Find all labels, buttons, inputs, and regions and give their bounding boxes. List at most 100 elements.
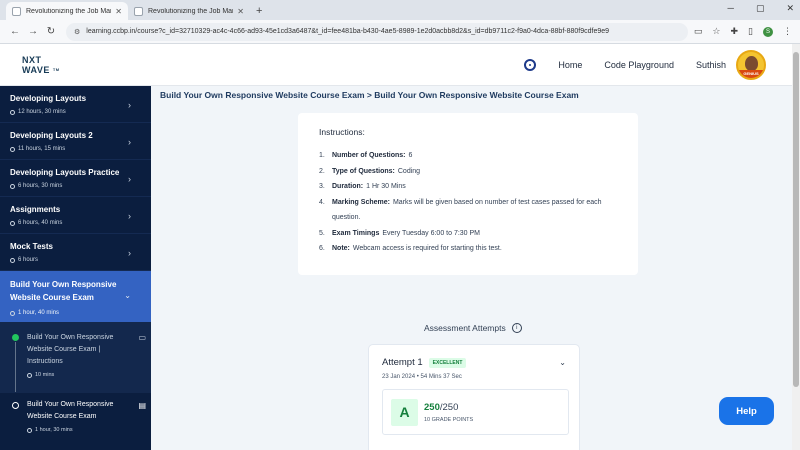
maximize-icon[interactable]: ▢ xyxy=(756,3,765,14)
item-value: Every Tuesday 6:00 to 7:30 PM xyxy=(382,229,481,237)
item-label: Note: xyxy=(332,245,350,252)
tab-title: Revolutionizing the Job Market xyxy=(26,7,112,15)
browser-tab-1[interactable]: Revolutionizing the Job Market ✕ xyxy=(6,2,128,20)
sidebar-item-developing-layouts-2[interactable]: Developing Layouts 2 11 hours, 15 mins › xyxy=(0,123,151,160)
current-step-icon xyxy=(12,402,19,409)
sidepanel-icon[interactable]: ▯ xyxy=(748,26,753,37)
score-obtained: 250 xyxy=(424,401,440,413)
nav-home[interactable]: Home xyxy=(558,60,582,70)
clock-icon xyxy=(10,220,15,226)
subitem-duration: 1 hour, 30 mins xyxy=(35,427,73,433)
item-number: 6. xyxy=(319,245,325,252)
completed-check-icon xyxy=(12,334,19,341)
info-icon[interactable]: i xyxy=(511,323,522,333)
sidebar-item-developing-layouts-practice[interactable]: Developing Layouts Practice 6 hours, 30 … xyxy=(0,160,151,197)
sidebar-item-title: Assignments xyxy=(10,205,61,214)
close-tab-icon[interactable]: ✕ xyxy=(237,7,244,16)
sidebar-item-developing-layouts[interactable]: Developing Layouts 12 hours, 30 mins › xyxy=(0,86,151,123)
sidebar-item-duration: 6 hours, 40 mins xyxy=(18,220,63,226)
sidebar-item-course-exam[interactable]: Build Your Own Responsive Website Course… xyxy=(0,271,151,322)
chevron-right-icon: › xyxy=(128,137,131,147)
sidebar-item-title: Developing Layouts xyxy=(10,94,87,103)
new-tab-button[interactable]: + xyxy=(250,2,268,20)
exam-clipboard-icon: ▤ xyxy=(138,401,146,410)
status-badge: EXCELLENT xyxy=(428,357,467,368)
instruction-item: 1. Number of Questions: 6 xyxy=(319,148,617,164)
url-text: learning.ccbp.in/course?c_id=32710329-ac… xyxy=(86,28,610,35)
app-header: NXT WAVE TM Home Code Playground Suthish… xyxy=(0,44,800,86)
browser-tab-bar: Revolutionizing the Job Market ✕ Revolut… xyxy=(0,0,800,20)
score-total: /250 xyxy=(439,401,459,413)
nxtwave-logo[interactable]: NXT WAVE TM xyxy=(22,55,60,75)
avatar[interactable]: GENIUS xyxy=(736,50,766,80)
toolbar-icons: ▭ ☆ ✚ ▯ S ⋮ xyxy=(694,26,794,37)
subitem-exam[interactable]: Build Your Own Responsive Website Course… xyxy=(0,393,151,443)
book-icon: ▭ xyxy=(138,333,146,342)
scrollbar-thumb[interactable] xyxy=(793,52,799,387)
item-number: 3. xyxy=(319,183,325,190)
item-value: 1 Hr 30 Mins xyxy=(366,183,406,190)
browser-tab-2[interactable]: Revolutionizing the Job Market ✕ xyxy=(128,2,250,20)
bookmark-star-icon[interactable]: ☆ xyxy=(712,26,720,37)
logo-line-2: WAVE xyxy=(22,64,50,75)
item-number: 1. xyxy=(319,152,325,159)
reload-icon[interactable]: ↻ xyxy=(42,26,60,37)
attempt-date: 23 Jan 2024 xyxy=(382,374,416,380)
item-number: 2. xyxy=(319,167,325,175)
sidebar-item-duration: 6 hours, 30 mins xyxy=(18,183,63,189)
chevron-right-icon: › xyxy=(128,211,131,221)
help-button[interactable]: Help xyxy=(719,397,774,425)
user-menu[interactable]: Suthish GENIUS xyxy=(696,50,766,80)
forward-icon[interactable]: → xyxy=(24,26,42,37)
item-value: 6 xyxy=(408,152,413,159)
favicon-icon xyxy=(12,6,21,16)
item-number: 4. xyxy=(319,198,325,206)
subitem-duration: 10 mins xyxy=(35,372,55,378)
clock-icon xyxy=(10,310,15,316)
clock-icon xyxy=(10,146,15,152)
sidebar-item-duration: 1 hour, 40 mins xyxy=(18,310,60,316)
sidebar-item-duration: 11 hours, 15 mins xyxy=(18,146,66,152)
avatar-face xyxy=(745,56,758,71)
extensions-icon[interactable]: ✚ xyxy=(731,26,739,37)
instruction-item: 5. Exam Timings Every Tuesday 6:00 to 7:30… xyxy=(319,226,617,242)
item-number: 5. xyxy=(319,229,325,237)
nav-code-playground[interactable]: Code Playground xyxy=(604,60,674,70)
menu-dots-icon[interactable]: ⋮ xyxy=(783,26,792,37)
sidebar-item-assignments[interactable]: Assignments 6 hours, 40 mins › xyxy=(0,197,151,234)
instruction-item: 4. Marking Scheme: Marks will be given bas… xyxy=(319,195,617,226)
logo-line-1: NXT xyxy=(22,54,42,65)
chevron-down-icon[interactable]: ⌄ xyxy=(559,358,566,367)
page-scrollbar[interactable] xyxy=(792,44,800,450)
sidebar-item-mock-tests[interactable]: Mock Tests 6 hours › xyxy=(0,234,151,271)
clock-icon xyxy=(27,372,32,378)
instructions-heading: Instructions: xyxy=(319,127,365,137)
instruction-item: 6. Note: Webcam access is required for sta… xyxy=(319,241,617,257)
close-tab-icon[interactable]: ✕ xyxy=(115,7,122,16)
tab-title: Revolutionizing the Job Market xyxy=(148,7,234,15)
attempt-header[interactable]: Attempt 1 EXCELLENT ⌄ xyxy=(382,357,566,368)
subitem-exam-instructions[interactable]: Build Your Own Responsive Website Course… xyxy=(0,322,151,393)
streak-icon[interactable] xyxy=(524,59,537,71)
site-info-icon[interactable]: ⚙ xyxy=(74,28,80,36)
chevron-right-icon: › xyxy=(128,100,131,110)
grade-box: A 250/250 10 GRADE POINTS xyxy=(382,389,569,435)
breadcrumb[interactable]: Build Your Own Responsive Website Course… xyxy=(160,90,579,100)
back-icon[interactable]: ← xyxy=(6,26,24,37)
instructions-list: 1. Number of Questions: 6 2. Type of Questi… xyxy=(319,148,617,257)
close-window-icon[interactable]: ✕ xyxy=(786,3,794,14)
sidebar-item-duration: 12 hours, 30 mins xyxy=(18,109,66,115)
window-controls: ─ ▢ ✕ xyxy=(728,3,794,14)
header-nav: Home Code Playground Suthish GENIUS xyxy=(524,44,766,86)
instruction-item: 3. Duration: 1 Hr 30 Mins xyxy=(319,179,617,195)
item-label: Exam Timings xyxy=(332,229,380,237)
assessment-attempts-title: Assessment Attempts i xyxy=(424,323,522,333)
cast-icon[interactable]: ▭ xyxy=(694,26,703,37)
address-bar[interactable]: ⚙ learning.ccbp.in/course?c_id=32710329-… xyxy=(66,22,688,41)
score-block: 250/250 10 GRADE POINTS xyxy=(424,402,473,423)
chevron-right-icon: › xyxy=(128,174,131,184)
profile-avatar[interactable]: S xyxy=(763,26,773,37)
grade-letter: A xyxy=(391,398,418,426)
course-sidebar: Developing Layouts 12 hours, 30 mins › D… xyxy=(0,86,151,450)
minimize-icon[interactable]: ─ xyxy=(728,3,734,14)
